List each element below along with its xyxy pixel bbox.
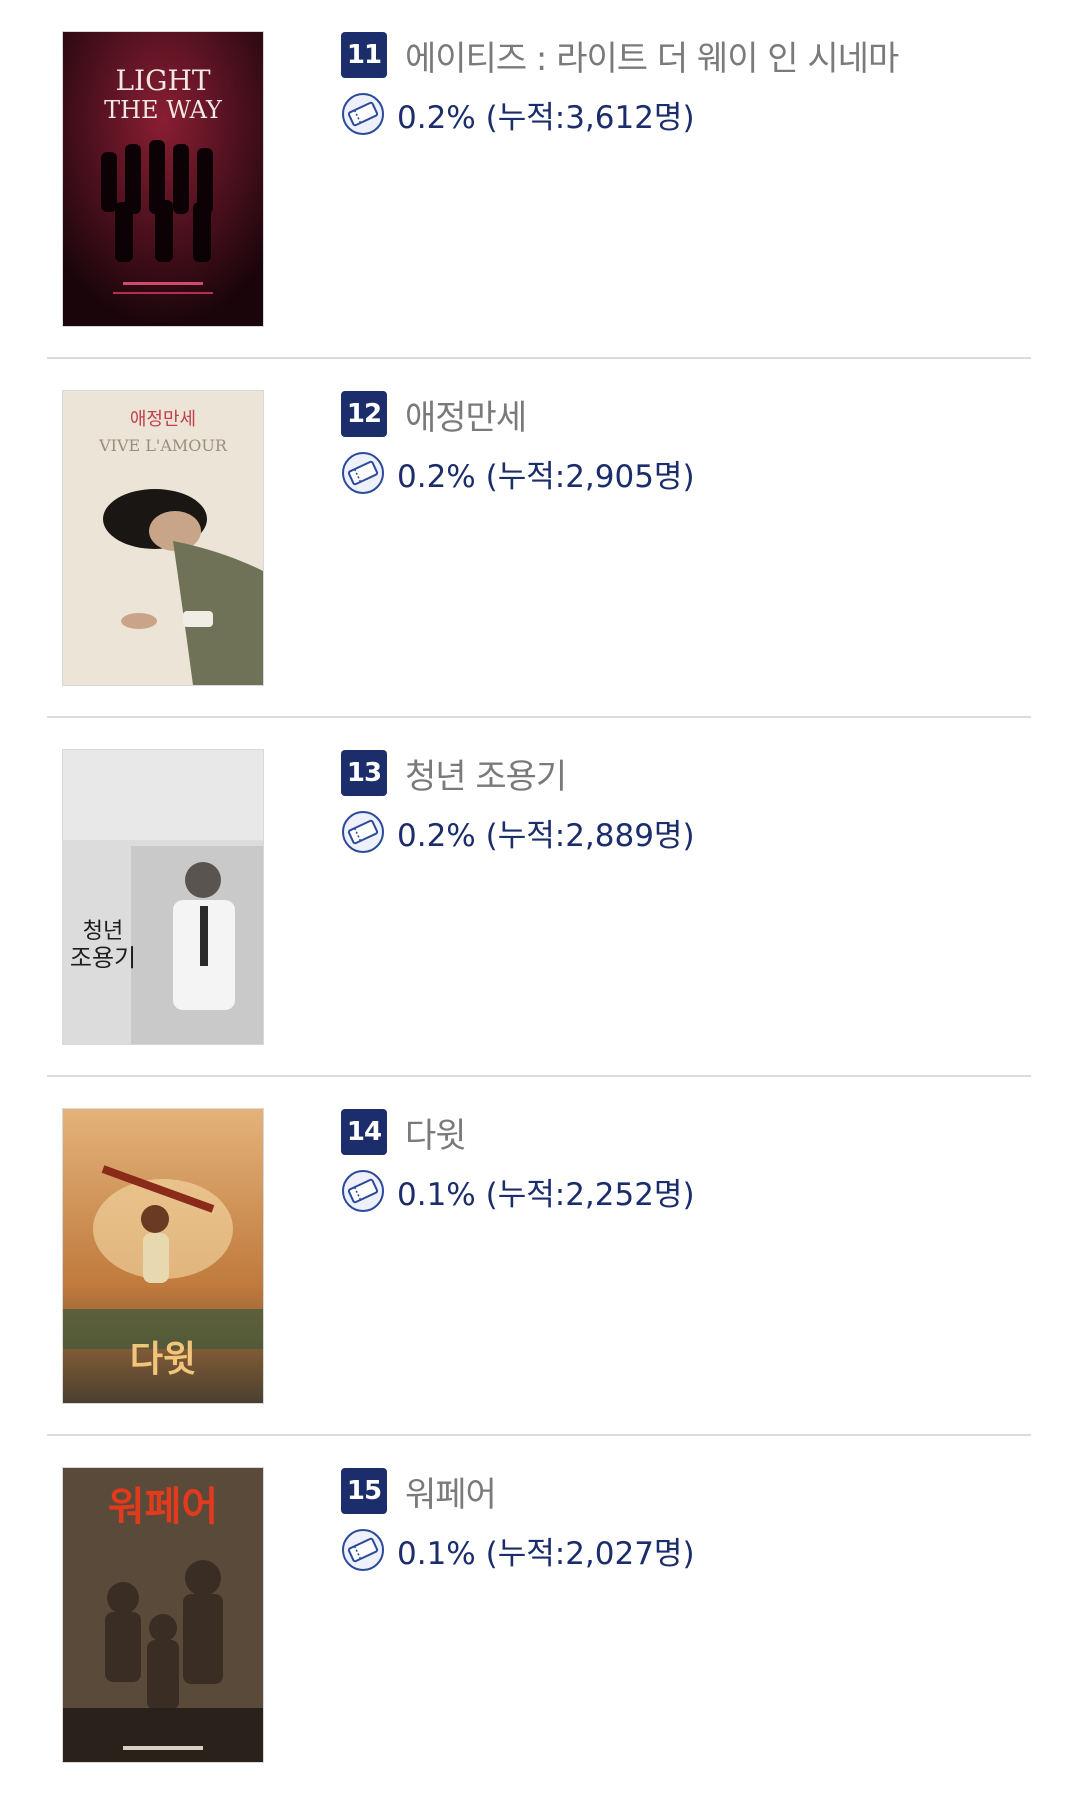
movie-info: 13 청년 조용기 0.2% (누적:2,889명) (341, 750, 1031, 854)
movie-title[interactable]: 에이티즈 : 라이트 더 웨이 인 시네마 (405, 31, 899, 80)
audience-share: 0.2% (누적:3,612명) (397, 99, 695, 136)
movie-poster[interactable]: 청년 조용기 (63, 750, 263, 1044)
poster-subheadline: THE WAY (104, 96, 223, 124)
list-item[interactable]: 청년 조용기 13 청년 조용기 0.2% (누적:2,889명) (47, 718, 1031, 1077)
poster-image: 애정만세 VIVE L'AMOUR (63, 391, 263, 685)
box-office-list: LIGHT THE WAY 11 에이티즈 : 라이트 더 웨이 인 시네마 0… (0, 0, 1078, 1793)
stat-row: 0.2% (누적:3,612명) (341, 92, 1031, 136)
poster-image: LIGHT THE WAY (63, 32, 263, 326)
movie-poster[interactable]: 애정만세 VIVE L'AMOUR (63, 391, 263, 685)
list-item[interactable]: LIGHT THE WAY 11 에이티즈 : 라이트 더 웨이 인 시네마 0… (47, 0, 1031, 359)
ticket-icon (342, 452, 384, 494)
audience-share: 0.2% (누적:2,889명) (397, 817, 695, 854)
ticket-icon (342, 1529, 384, 1571)
list-item[interactable]: 애정만세 VIVE L'AMOUR 12 애정만세 0.2% (누적:2,905… (47, 359, 1031, 718)
rank-badge: 13 (341, 750, 387, 796)
movie-title[interactable]: 다윗 (405, 1108, 467, 1157)
poster-image: 청년 조용기 (63, 750, 263, 1044)
stat-row: 0.2% (누적:2,889명) (341, 810, 1031, 854)
poster-image: 워페어 (63, 1468, 263, 1762)
audience-share: 0.1% (누적:2,027명) (397, 1535, 695, 1572)
rank-badge: 14 (341, 1109, 387, 1155)
movie-info: 14 다윗 0.1% (누적:2,252명) (341, 1109, 1031, 1213)
list-item[interactable]: 워페어 15 워페어 0.1% (누적:2,027명) (47, 1436, 1031, 1793)
poster-headline: LIGHT (115, 64, 210, 97)
stat-row: 0.1% (누적:2,027명) (341, 1528, 1031, 1572)
title-row: 13 청년 조용기 (341, 749, 1031, 798)
movie-info: 11 에이티즈 : 라이트 더 웨이 인 시네마 0.2% (누적:3,612명… (341, 32, 1031, 136)
movie-info: 12 애정만세 0.2% (누적:2,905명) (341, 391, 1031, 495)
ticket-icon (342, 93, 384, 135)
movie-info: 15 워페어 0.1% (누적:2,027명) (341, 1468, 1031, 1572)
movie-poster[interactable]: 워페어 (63, 1468, 263, 1762)
movie-title[interactable]: 청년 조용기 (405, 749, 567, 798)
poster-subheadline: 조용기 (70, 944, 136, 972)
poster-headline: 워페어 (108, 1483, 218, 1530)
title-row: 15 워페어 (341, 1467, 1031, 1516)
title-row: 11 에이티즈 : 라이트 더 웨이 인 시네마 (341, 31, 1031, 80)
audience-share: 0.2% (누적:2,905명) (397, 458, 695, 495)
movie-title[interactable]: 애정만세 (405, 390, 527, 439)
title-row: 12 애정만세 (341, 390, 1031, 439)
ticket-icon (342, 1170, 384, 1212)
poster-image: 다윗 (63, 1109, 263, 1403)
stat-row: 0.1% (누적:2,252명) (341, 1169, 1031, 1213)
rank-badge: 15 (341, 1468, 387, 1514)
list-item[interactable]: 다윗 14 다윗 0.1% (누적:2,252명) (47, 1077, 1031, 1436)
title-row: 14 다윗 (341, 1108, 1031, 1157)
movie-title[interactable]: 워페어 (405, 1467, 497, 1516)
movie-poster[interactable]: 다윗 (63, 1109, 263, 1403)
rank-badge: 11 (341, 32, 387, 78)
poster-headline: 청년 (83, 919, 123, 944)
audience-share: 0.1% (누적:2,252명) (397, 1176, 695, 1213)
poster-subheadline: VIVE L'AMOUR (98, 436, 228, 455)
poster-headline: 애정만세 (130, 409, 196, 430)
ticket-icon (342, 811, 384, 853)
rank-badge: 12 (341, 391, 387, 437)
movie-poster[interactable]: LIGHT THE WAY (63, 32, 263, 326)
poster-headline: 다윗 (130, 1338, 196, 1380)
stat-row: 0.2% (누적:2,905명) (341, 451, 1031, 495)
